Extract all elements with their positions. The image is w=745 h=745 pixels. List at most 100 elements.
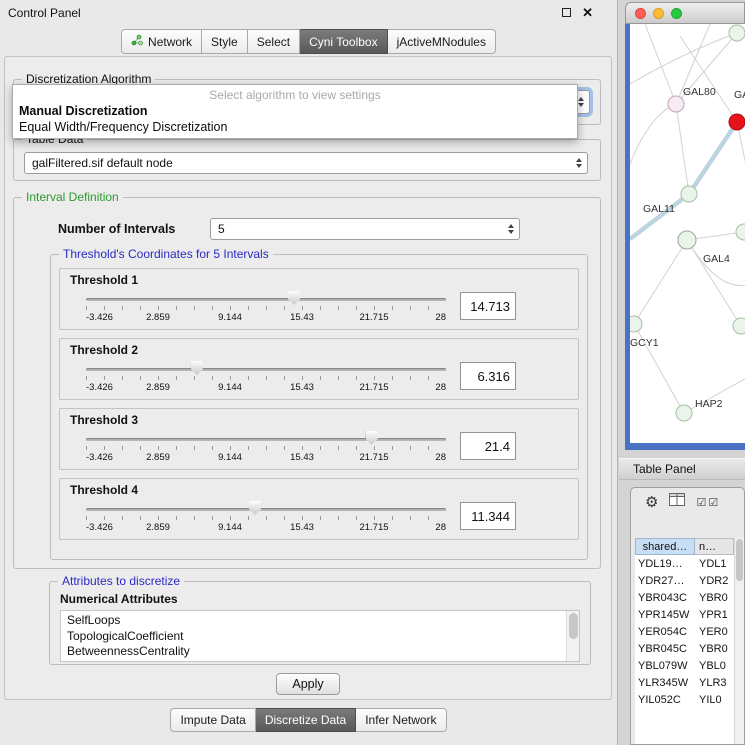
slider-thumb[interactable] xyxy=(249,501,261,515)
cell-shared-name[interactable]: YIL052C xyxy=(635,694,695,706)
slider-track[interactable] xyxy=(86,298,446,301)
cell-name[interactable]: YBR0 xyxy=(695,643,734,655)
cell-name[interactable]: YBL0 xyxy=(695,660,734,672)
table-row[interactable]: YPR145W YPR1 xyxy=(635,606,734,623)
attributes-list[interactable]: SelfLoopsTopologicalCoefficientBetweenne… xyxy=(60,610,580,662)
apply-button[interactable]: Apply xyxy=(276,673,340,695)
list-item[interactable]: TopologicalCoefficient xyxy=(67,629,565,645)
network-node[interactable] xyxy=(678,231,696,249)
cell-shared-name[interactable]: YPR145W xyxy=(635,609,695,621)
slider-ticks xyxy=(86,516,446,520)
network-node[interactable] xyxy=(729,114,745,130)
dropdown-option-manual[interactable]: Manual Discretization xyxy=(13,103,577,119)
network-node[interactable] xyxy=(736,224,745,240)
scrollbar-thumb[interactable] xyxy=(569,613,578,639)
tab-cyni-toolbox[interactable]: Cyni Toolbox xyxy=(300,29,387,54)
column-header-shared-name[interactable]: shared… xyxy=(635,538,695,555)
cell-name[interactable]: YDR2 xyxy=(695,575,734,587)
network-canvas[interactable]: GAL80GAL11GAL4GCY1HAP2GA xyxy=(625,24,745,450)
threshold-1-value-field[interactable]: 14.713 xyxy=(460,292,516,320)
table-row[interactable]: YBL079W YBL0 xyxy=(635,657,734,674)
slider-track[interactable] xyxy=(86,438,446,441)
table-panel-header[interactable]: Table Panel xyxy=(619,458,745,480)
slider-thumb[interactable] xyxy=(366,431,378,445)
tab-network[interactable]: Network xyxy=(121,29,202,54)
cell-shared-name[interactable]: YDL19… xyxy=(635,558,695,570)
network-node[interactable] xyxy=(681,186,697,202)
table-header-row: shared… n… xyxy=(635,538,734,555)
select-columns-icons[interactable]: ☑☑ xyxy=(696,496,718,509)
cell-name[interactable]: YPR1 xyxy=(695,609,734,621)
scrollbar-thumb[interactable] xyxy=(736,539,743,581)
gear-icon[interactable]: ⚙ xyxy=(645,495,658,510)
tab-jactivemodules[interactable]: jActiveMNodules xyxy=(388,29,496,54)
node-label: GAL4 xyxy=(703,253,730,265)
threshold-3-value-field[interactable]: 21.4 xyxy=(460,432,516,460)
checkbox-icon[interactable]: ☑ xyxy=(696,496,706,509)
threshold-1-slider[interactable]: -3.4262.8599.14415.4321.71528 xyxy=(84,290,448,330)
attributes-scrollbar[interactable] xyxy=(566,611,579,661)
table-data-combo[interactable]: galFiltered.sif default node xyxy=(24,152,588,174)
cell-shared-name[interactable]: YDR27… xyxy=(635,575,695,587)
mac-minimize-icon[interactable] xyxy=(653,8,664,19)
checkbox-icon[interactable]: ☑ xyxy=(708,496,718,509)
cell-name[interactable]: YER0 xyxy=(695,626,734,638)
network-node[interactable] xyxy=(630,316,642,332)
threshold-2-value-field[interactable]: 6.316 xyxy=(460,362,516,390)
cyni-toolbox-panel: Discretization Algorithm Table Data galF… xyxy=(4,56,612,700)
table-row[interactable]: YBR043C YBR0 xyxy=(635,589,734,606)
table-row[interactable]: YIL052C YIL0 xyxy=(635,691,734,708)
slider-track[interactable] xyxy=(86,368,446,371)
columns-icon[interactable] xyxy=(669,493,685,511)
network-node[interactable] xyxy=(729,25,745,41)
cell-name[interactable]: YLR3 xyxy=(695,677,734,689)
number-of-intervals-combo[interactable]: 5 xyxy=(210,218,520,240)
cell-shared-name[interactable]: YER054C xyxy=(635,626,695,638)
tab-impute-data[interactable]: Impute Data xyxy=(170,708,255,732)
network-node[interactable] xyxy=(676,405,692,421)
network-window-titlebar[interactable] xyxy=(625,2,745,24)
slider-scale: -3.4262.8599.14415.4321.71528 xyxy=(86,382,446,394)
threshold-3-slider[interactable]: -3.4262.8599.14415.4321.71528 xyxy=(84,430,448,470)
slider-thumb[interactable] xyxy=(191,361,203,375)
cell-shared-name[interactable]: YBR043C xyxy=(635,592,695,604)
threshold-2-slider[interactable]: -3.4262.8599.14415.4321.71528 xyxy=(84,360,448,400)
node-label: HAP2 xyxy=(695,398,723,410)
column-header-name[interactable]: n… xyxy=(695,538,734,555)
network-node[interactable] xyxy=(668,96,684,112)
tab-select[interactable]: Select xyxy=(248,29,300,54)
cell-name[interactable]: YDL1 xyxy=(695,558,734,570)
list-item[interactable]: SelfLoops xyxy=(67,613,565,629)
cell-shared-name[interactable]: YBL079W xyxy=(635,660,695,672)
threshold-4-slider[interactable]: -3.4262.8599.14415.4321.71528 xyxy=(84,500,448,540)
table-row[interactable]: YLR345W YLR3 xyxy=(635,674,734,691)
mac-close-icon[interactable] xyxy=(635,8,646,19)
cell-name[interactable]: YBR0 xyxy=(695,592,734,604)
list-item[interactable]: BetweennessCentrality xyxy=(67,644,565,660)
table-row[interactable]: YBR045C YBR0 xyxy=(635,640,734,657)
threshold-2-box: Threshold 2 -3.4262.8599.14415.4321.7152… xyxy=(59,338,579,400)
cell-shared-name[interactable]: YLR345W xyxy=(635,677,695,689)
float-window-icon[interactable] xyxy=(562,8,571,17)
table-row[interactable]: YDR27… YDR2 xyxy=(635,572,734,589)
threshold-4-value-field[interactable]: 11.344 xyxy=(460,502,516,530)
tab-discretize-data[interactable]: Discretize Data xyxy=(256,708,356,732)
table-row[interactable]: YDL19… YDL1 xyxy=(635,555,734,572)
mac-zoom-icon[interactable] xyxy=(671,8,682,19)
node-label: GAL11 xyxy=(643,203,675,215)
tab-label: Infer Network xyxy=(365,713,436,727)
table-scrollbar[interactable] xyxy=(734,538,744,744)
cell-shared-name[interactable]: YBR045C xyxy=(635,643,695,655)
tab-infer-network[interactable]: Infer Network xyxy=(356,708,446,732)
combo-stepper-icon[interactable] xyxy=(576,158,582,168)
dropdown-option-equal-width[interactable]: Equal Width/Frequency Discretization xyxy=(13,119,577,135)
slider-track[interactable] xyxy=(86,508,446,511)
close-icon[interactable]: ✕ xyxy=(582,6,593,19)
slider-thumb[interactable] xyxy=(288,291,300,305)
table-row[interactable]: YER054C YER0 xyxy=(635,623,734,640)
cell-name[interactable]: YIL0 xyxy=(695,694,734,706)
combo-stepper-icon[interactable] xyxy=(578,97,584,107)
network-node[interactable] xyxy=(733,318,745,334)
combo-stepper-icon[interactable] xyxy=(508,224,514,234)
tab-style[interactable]: Style xyxy=(202,29,248,54)
